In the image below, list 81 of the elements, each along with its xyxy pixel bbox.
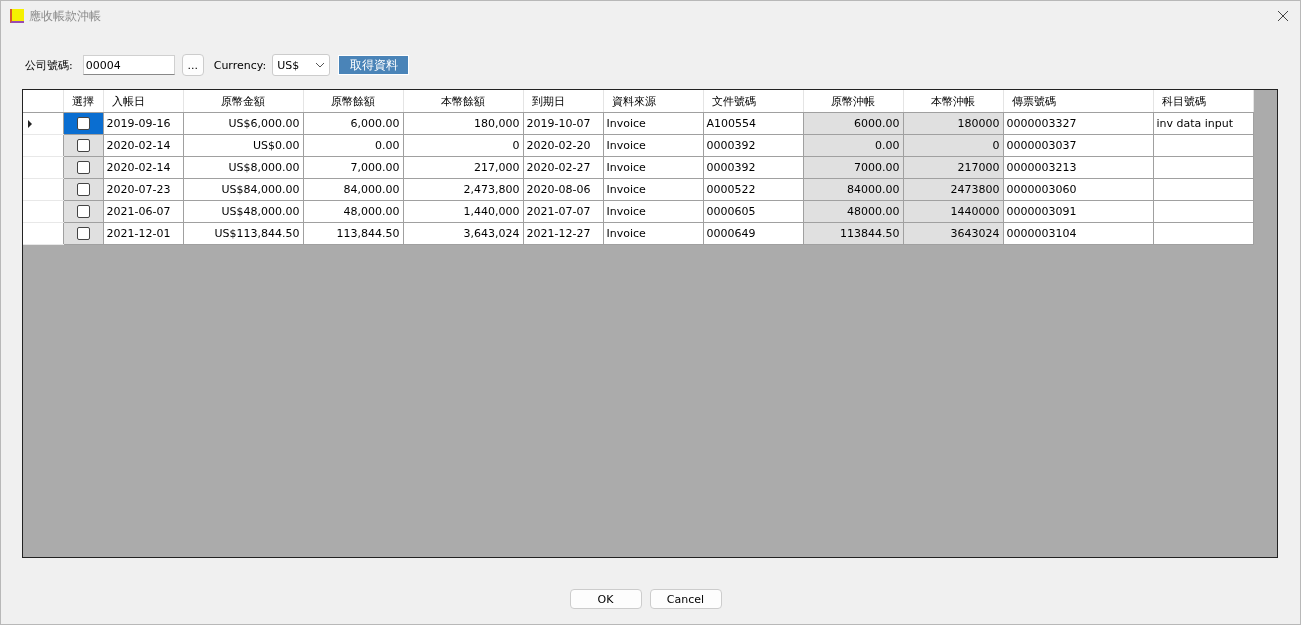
table-cell: 0000605 — [703, 200, 803, 223]
table-cell: 0000392 — [703, 134, 803, 157]
table-cell: 1,440,000 — [403, 200, 523, 223]
table-cell: US$113,844.50 — [183, 222, 303, 245]
table-cell: inv data input — [1153, 112, 1253, 135]
table-cell: 2020-02-20 — [523, 134, 603, 157]
table-cell: 6,000.00 — [303, 112, 403, 135]
table-cell: 3,643,024 — [403, 222, 523, 245]
table-cell: 0000003104 — [1003, 222, 1153, 245]
table-cell: 0000003327 — [1003, 112, 1153, 135]
checkbox[interactable] — [76, 183, 90, 197]
table-cell: Invoice — [603, 178, 703, 201]
column-header[interactable]: 選擇 — [63, 90, 103, 113]
table-cell: 2,473,800 — [403, 178, 523, 201]
table-cell: US$48,000.00 — [183, 200, 303, 223]
table-cell: Invoice — [603, 222, 703, 245]
table-cell: 2020-02-14 — [103, 156, 183, 179]
column-header[interactable]: 資料來源 — [603, 90, 703, 113]
checkbox[interactable] — [76, 227, 90, 241]
checkbox[interactable] — [76, 139, 90, 153]
table-cell: US$0.00 — [183, 134, 303, 157]
checkbox[interactable] — [76, 117, 90, 131]
table-cell: 0000003037 — [1003, 134, 1153, 157]
column-header[interactable]: 本幣餘額 — [403, 90, 523, 113]
column-header[interactable]: 到期日 — [523, 90, 603, 113]
table-cell: 0 — [403, 134, 523, 157]
checkbox[interactable] — [76, 161, 90, 175]
table-cell: 180,000 — [403, 112, 523, 135]
table-cell: 0000003091 — [1003, 200, 1153, 223]
table-cell: 2019-09-16 — [103, 112, 183, 135]
chevron-icon — [315, 62, 326, 68]
column-header[interactable]: 本幣沖帳 — [903, 90, 1003, 113]
window-title: 應收帳款沖帳 — [29, 7, 101, 25]
browse-button[interactable]: ... — [181, 54, 204, 76]
table-cell: 2021-07-07 — [523, 200, 603, 223]
table-cell: 7,000.00 — [303, 156, 403, 179]
current-row-icon — [28, 119, 32, 128]
table-cell: US$84,000.00 — [183, 178, 303, 201]
ok-button[interactable]: OK — [569, 589, 642, 609]
column-header[interactable]: 原幣沖帳 — [803, 90, 903, 113]
table-cell: 0000392 — [703, 156, 803, 179]
table-cell: 0000649 — [703, 222, 803, 245]
table-cell: Invoice — [603, 112, 703, 135]
table-cell: 217,000 — [403, 156, 523, 179]
company-label: 公司號碼: — [25, 57, 73, 73]
checkbox[interactable] — [76, 205, 90, 219]
column-header[interactable]: 科目號碼 — [1153, 90, 1253, 113]
table-cell: Invoice — [603, 134, 703, 157]
company-field[interactable]: 00004 — [82, 55, 175, 75]
table-cell: US$8,000.00 — [183, 156, 303, 179]
currency-label: Currency: — [213, 58, 267, 72]
table-cell: 2020-02-27 — [523, 156, 603, 179]
table-cell: 2019-10-07 — [523, 112, 603, 135]
table-cell: 0.00 — [303, 134, 403, 157]
table-cell: 48,000.00 — [303, 200, 403, 223]
table-cell: A100554 — [703, 112, 803, 135]
column-header[interactable]: 入帳日 — [103, 90, 183, 113]
column-header[interactable]: 原幣餘額 — [303, 90, 403, 113]
cancel-button[interactable]: Cancel — [649, 589, 722, 609]
table-cell: 113,844.50 — [303, 222, 403, 245]
table-cell: 2020-08-06 — [523, 178, 603, 201]
close-icon[interactable] — [1278, 11, 1288, 21]
app-icon — [10, 9, 24, 23]
table-cell: 2021-06-07 — [103, 200, 183, 223]
column-header[interactable]: 原幣金額 — [183, 90, 303, 113]
table-cell: 0000003213 — [1003, 156, 1153, 179]
table-cell: Invoice — [603, 200, 703, 223]
table-cell: 2021-12-27 — [523, 222, 603, 245]
table-cell: 0000003060 — [1003, 178, 1153, 201]
table-cell: 2020-07-23 — [103, 178, 183, 201]
fetch-button[interactable]: 取得資料 — [338, 55, 410, 75]
column-header[interactable]: 傳票號碼 — [1003, 90, 1153, 113]
column-header[interactable]: 文件號碼 — [703, 90, 803, 113]
table-cell: US$6,000.00 — [183, 112, 303, 135]
table-cell: 2020-02-14 — [103, 134, 183, 157]
row-header[interactable] — [23, 112, 63, 135]
table-cell: Invoice — [603, 156, 703, 179]
currency-dropdown[interactable]: US$ — [272, 54, 331, 76]
table-cell: 0000522 — [703, 178, 803, 201]
table-cell: 2021-12-01 — [103, 222, 183, 245]
table-cell: 84,000.00 — [303, 178, 403, 201]
